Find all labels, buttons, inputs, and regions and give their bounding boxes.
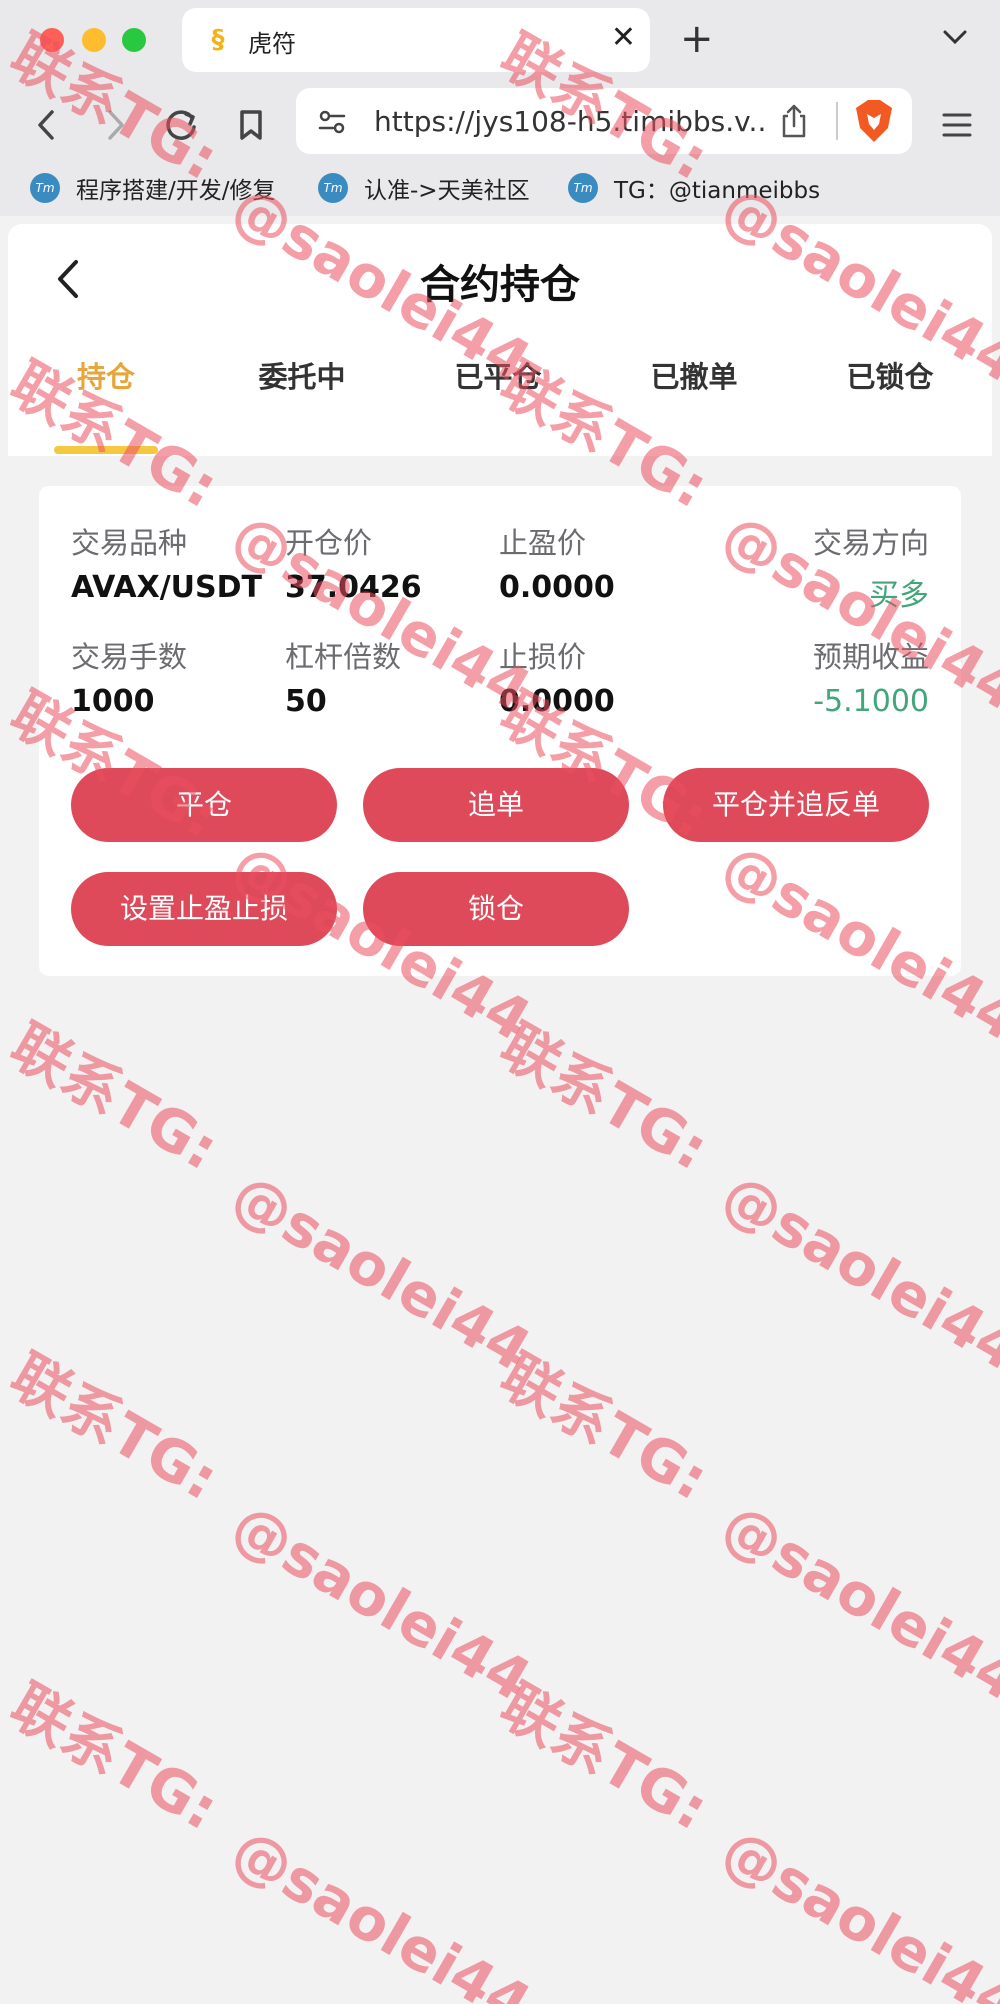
leverage-value: 50 xyxy=(285,684,327,719)
forward-arrow-icon[interactable] xyxy=(90,100,140,150)
field-label: 杠杆倍数 xyxy=(285,640,402,674)
tm-logo-icon: Tm xyxy=(30,173,60,203)
browser-tab[interactable]: § 虎符 ✕ xyxy=(182,8,650,72)
symbol-value: AVAX/USDT xyxy=(71,570,263,605)
set-tp-sl-button[interactable]: 设置止盈止损 xyxy=(71,872,337,946)
bookmark-icon[interactable] xyxy=(226,100,276,150)
site-settings-icon[interactable] xyxy=(316,106,348,138)
back-arrow-icon[interactable] xyxy=(22,100,72,150)
browser-toolbar: https://jys108-h5.timibbs.v... xyxy=(0,80,1000,170)
page-title: 合约持仓 xyxy=(420,262,580,308)
tab-closed[interactable]: 已平仓 xyxy=(418,354,578,396)
bookmark-item[interactable]: Tm TG：@tianmeibbs xyxy=(568,170,820,206)
stop-loss-field: 止损价 0.0000 xyxy=(499,634,615,719)
lock-position-button[interactable]: 锁仓 xyxy=(363,872,629,946)
page-content: 合约持仓 持仓 委托中 已平仓 已撤单 已锁仓 交易品种 AVAX/USDT 开… xyxy=(8,224,992,2004)
divider xyxy=(836,102,838,140)
bookmark-label: 程序搭建/开发/修复 xyxy=(76,178,276,204)
open-price-value: 37.0426 xyxy=(285,570,422,605)
bookmark-label: 认准->天美社区 xyxy=(364,178,530,204)
tab-locked[interactable]: 已锁仓 xyxy=(810,354,970,396)
direction-field: 交易方向 买多 xyxy=(813,520,929,614)
field-label: 交易方向 xyxy=(812,526,929,560)
lots-field: 交易手数 1000 xyxy=(71,634,187,719)
leverage-field: 杠杆倍数 50 xyxy=(285,634,401,719)
tm-logo-icon: Tm xyxy=(318,173,348,203)
take-profit-field: 止盈价 0.0000 xyxy=(499,520,615,605)
tab-close-icon[interactable]: ✕ xyxy=(611,20,636,56)
field-label: 止盈价 xyxy=(499,526,587,560)
bookmarks-bar: Tm 程序搭建/开发/修复 Tm 认准->天美社区 Tm TG：@tianmei… xyxy=(0,160,1000,216)
close-window-button[interactable] xyxy=(40,28,64,52)
position-card: 交易品种 AVAX/USDT 开仓价 37.0426 止盈价 0.0000 交易… xyxy=(39,486,961,976)
tab-positions[interactable]: 持仓 xyxy=(26,354,186,396)
tab-pending-orders[interactable]: 委托中 xyxy=(222,354,382,396)
page-header: 合约持仓 持仓 委托中 已平仓 已撤单 已锁仓 xyxy=(8,224,992,456)
direction-value: 买多 xyxy=(869,578,929,613)
active-tab-indicator xyxy=(54,446,158,454)
take-profit-value: 0.0000 xyxy=(499,570,615,605)
browser-tab-bar: § 虎符 ✕ + xyxy=(0,0,1000,80)
reload-icon[interactable] xyxy=(156,100,206,150)
expected-profit-field: 预期收益 -5.1000 xyxy=(813,634,929,719)
field-label: 预期收益 xyxy=(812,640,929,674)
menu-icon[interactable] xyxy=(932,100,982,150)
close-and-reverse-button[interactable]: 平仓并追反单 xyxy=(663,768,929,842)
url-text: https://jys108-h5.timibbs.v... xyxy=(374,105,764,138)
open-price-field: 开仓价 37.0426 xyxy=(285,520,422,605)
tm-logo-icon: Tm xyxy=(568,173,598,203)
bookmark-item[interactable]: Tm 程序搭建/开发/修复 xyxy=(30,170,276,206)
tab-bar: 持仓 委托中 已平仓 已撤单 已锁仓 xyxy=(8,354,992,434)
maximize-window-button[interactable] xyxy=(122,28,146,52)
field-label: 开仓价 xyxy=(285,526,373,560)
tab-title: 虎符 xyxy=(248,30,296,58)
lots-value: 1000 xyxy=(71,684,155,719)
close-position-button[interactable]: 平仓 xyxy=(71,768,337,842)
brave-shield-icon[interactable] xyxy=(854,98,894,144)
tab-cancelled[interactable]: 已撤单 xyxy=(614,354,774,396)
address-bar[interactable]: https://jys108-h5.timibbs.v... xyxy=(296,88,912,154)
chevron-down-icon[interactable] xyxy=(940,22,970,52)
add-order-button[interactable]: 追单 xyxy=(363,768,629,842)
share-icon[interactable] xyxy=(778,102,810,140)
minimize-window-button[interactable] xyxy=(82,28,106,52)
field-label: 交易手数 xyxy=(71,640,188,674)
new-tab-button[interactable]: + xyxy=(680,16,714,62)
stop-loss-value: 0.0000 xyxy=(499,684,615,719)
symbol-field: 交易品种 AVAX/USDT xyxy=(71,520,262,605)
field-label: 交易品种 xyxy=(71,526,188,560)
hoo-favicon-icon: § xyxy=(211,25,225,55)
expected-profit-value: -5.1000 xyxy=(813,684,929,719)
field-label: 止损价 xyxy=(499,640,587,674)
bookmark-item[interactable]: Tm 认准->天美社区 xyxy=(318,170,530,206)
bookmark-label: TG：@tianmeibbs xyxy=(614,178,821,204)
